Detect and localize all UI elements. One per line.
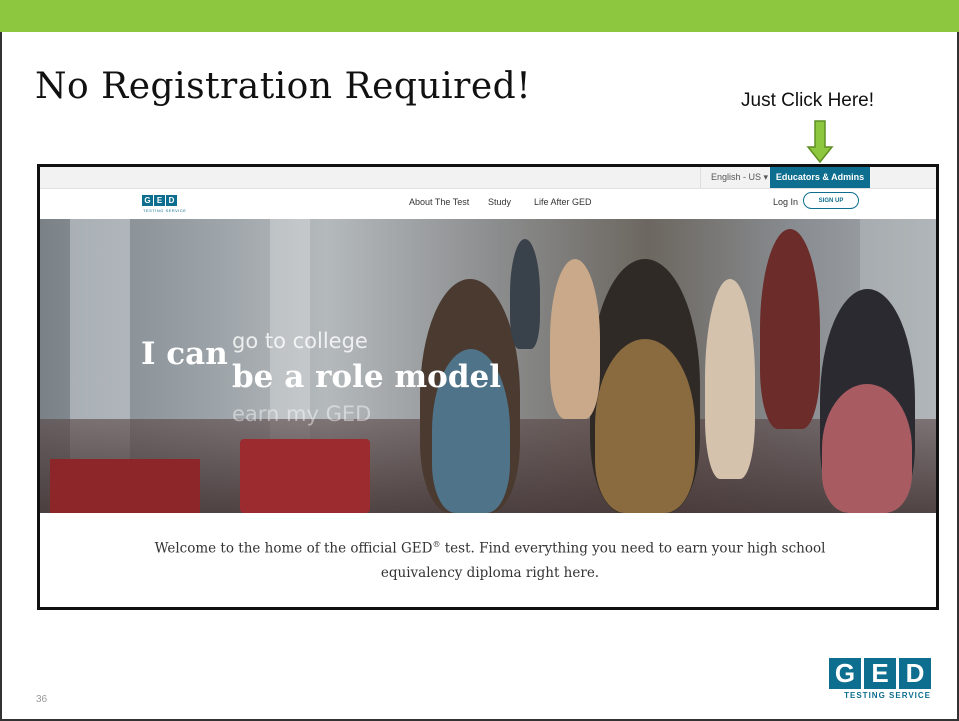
logo-letter: D — [166, 195, 177, 206]
site-nav: G E D TESTING SERVICE About The Test Stu… — [40, 189, 936, 219]
hero-person — [510, 239, 540, 349]
hero-person — [705, 279, 755, 479]
nav-link-life-after-ged[interactable]: Life After GED — [534, 197, 592, 207]
hero-person — [822, 384, 912, 513]
hero-red-seating — [50, 459, 200, 513]
hero-red-seating — [240, 439, 370, 513]
down-arrow-icon — [806, 120, 834, 164]
logo-tile: E — [864, 658, 896, 689]
callout-text: Just Click Here! — [741, 90, 875, 111]
welcome-text-part: test. Find everything you need to earn y… — [380, 540, 826, 581]
nav-link-about-test[interactable]: About The Test — [409, 197, 469, 207]
slide-title: No Registration Required! — [35, 66, 532, 107]
welcome-text-part: Welcome to the home of the official GED — [154, 540, 433, 557]
ged-logo-small[interactable]: G E D — [142, 195, 177, 206]
ged-testing-service-logo: G E D TESTING SERVICE — [829, 658, 931, 700]
hero-rotating-line-active: be a role model — [232, 359, 502, 395]
logo-subtitle: TESTING SERVICE — [143, 208, 187, 213]
logo-letter: E — [154, 195, 165, 206]
utility-bar: English - US ▾ Educators & Admins — [40, 167, 936, 189]
slide-header-band — [0, 0, 959, 32]
hero-rotating-line: go to college — [232, 329, 368, 353]
website-screenshot: English - US ▾ Educators & Admins G E D … — [37, 164, 939, 610]
hero-prefix: I can — [141, 336, 228, 372]
welcome-text: Welcome to the home of the official GED®… — [140, 533, 840, 585]
logo-tile: G — [829, 658, 861, 689]
logo-subtitle: TESTING SERVICE — [844, 691, 931, 700]
hero-person — [550, 259, 600, 419]
login-link[interactable]: Log In — [773, 197, 798, 207]
hero-banner: I can go to college be a role model earn… — [40, 219, 936, 513]
hero-person — [760, 229, 820, 429]
sign-up-button[interactable]: SIGN UP — [803, 192, 859, 209]
hero-rotating-line: earn my GED — [232, 402, 372, 426]
logo-tile: D — [899, 658, 931, 689]
educators-admins-button[interactable]: Educators & Admins — [770, 167, 870, 188]
slide-page-number: 36 — [36, 694, 48, 705]
nav-link-study[interactable]: Study — [488, 197, 511, 207]
hero-person — [595, 339, 695, 513]
language-select[interactable]: English - US ▾ — [700, 167, 780, 188]
logo-letter: G — [142, 195, 153, 206]
